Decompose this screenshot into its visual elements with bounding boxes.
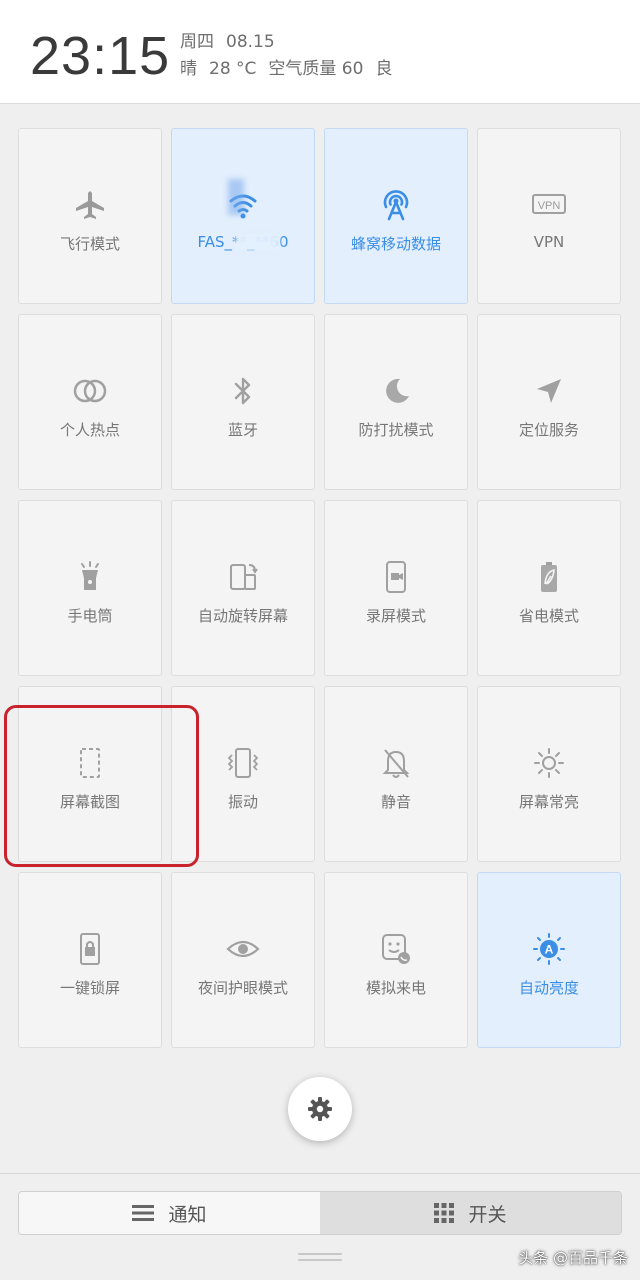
watermark: 头条 @百品千条 — [518, 1249, 628, 1267]
toggle-label: 个人热点 — [59, 421, 120, 439]
fake-call-icon — [376, 929, 416, 969]
vibrate-icon — [223, 743, 263, 783]
toggle-label: 手电筒 — [67, 607, 113, 625]
toggle-label: VPN — [533, 233, 565, 251]
toggle-screen-record[interactable]: 录屏模式 — [324, 500, 468, 676]
privacy-blur — [236, 233, 280, 251]
cellular-antenna-icon — [376, 185, 416, 225]
location-arrow-icon — [529, 371, 569, 411]
weekday: 周四 — [180, 32, 214, 52]
date: 08.15 — [226, 32, 275, 52]
air-quality: 空气质量 60 — [268, 59, 364, 79]
toggle-auto-rotate[interactable]: 自动旋转屏幕 — [171, 500, 315, 676]
privacy-blur — [228, 179, 244, 215]
toggle-bluetooth[interactable]: 蓝牙 — [171, 314, 315, 490]
toggle-label: 静音 — [380, 793, 411, 811]
list-icon — [132, 1204, 155, 1222]
toggle-vpn[interactable]: VPN VPN — [477, 128, 621, 304]
auto-brightness-icon: A — [529, 929, 569, 969]
toggle-hotspot[interactable]: 个人热点 — [18, 314, 162, 490]
airplane-icon — [70, 185, 110, 225]
drag-handle[interactable] — [298, 1253, 342, 1263]
toggle-label: 定位服务 — [518, 421, 579, 439]
bluetooth-icon — [223, 371, 263, 411]
clock: 23:15 — [30, 26, 171, 86]
highlight-annotation — [4, 705, 199, 867]
quick-toggle-grid: 飞行模式 FAS_**_**60 蜂窝移动数据 VPN VPN 个人热点 蓝牙 — [18, 128, 621, 1048]
date-line: 周四 08.15 — [180, 31, 275, 53]
tab-label: 通知 — [168, 1203, 207, 1226]
battery-saver-icon — [529, 557, 569, 597]
toggle-label: 录屏模式 — [365, 607, 426, 625]
weather: 晴 — [180, 59, 197, 79]
hotspot-icon — [70, 371, 110, 411]
toggle-label: 防打扰模式 — [358, 421, 434, 439]
toggle-auto-brightness[interactable]: A 自动亮度 — [477, 872, 621, 1048]
status-header: 23:15 周四 08.15 晴 28 °C 空气质量 60 良 — [0, 0, 640, 104]
tab-notifications[interactable]: 通知 — [19, 1192, 320, 1234]
toggle-label: 飞行模式 — [59, 235, 120, 253]
svg-text:VPN: VPN — [538, 200, 561, 212]
eye-icon — [223, 929, 263, 969]
toggle-location[interactable]: 定位服务 — [477, 314, 621, 490]
air-quality-level: 良 — [375, 59, 393, 79]
toggle-label: 蓝牙 — [227, 421, 258, 439]
rotate-screen-icon — [223, 557, 263, 597]
toggle-battery-saver[interactable]: 省电模式 — [477, 500, 621, 676]
grid-icon — [434, 1203, 455, 1223]
toggle-label: 自动亮度 — [518, 979, 579, 997]
tab-switcher: 通知 开关 — [18, 1191, 622, 1235]
moon-icon — [376, 371, 416, 411]
weather-line: 晴 28 °C 空气质量 60 良 — [180, 58, 392, 80]
tab-label: 开关 — [468, 1203, 507, 1226]
lock-screen-icon — [70, 929, 110, 969]
flashlight-icon — [70, 557, 110, 597]
toggle-label: 模拟来电 — [365, 979, 426, 997]
mute-bell-icon — [376, 743, 416, 783]
toggle-mute[interactable]: 静音 — [324, 686, 468, 862]
toggle-airplane-mode[interactable]: 飞行模式 — [18, 128, 162, 304]
toggle-label: 一键锁屏 — [59, 979, 120, 997]
toggle-do-not-disturb[interactable]: 防打扰模式 — [324, 314, 468, 490]
toggle-label: 屏幕常亮 — [518, 793, 579, 811]
toggle-label: 夜间护眼模式 — [197, 979, 288, 997]
toggle-label: 蜂窝移动数据 — [350, 235, 441, 253]
toggle-label: 省电模式 — [518, 607, 579, 625]
toggle-night-eye-care[interactable]: 夜间护眼模式 — [171, 872, 315, 1048]
toggle-fake-call[interactable]: 模拟来电 — [324, 872, 468, 1048]
toggle-flashlight[interactable]: 手电筒 — [18, 500, 162, 676]
toggle-label: 自动旋转屏幕 — [197, 607, 288, 625]
tab-toggles[interactable]: 开关 — [320, 1192, 621, 1234]
toggle-cellular-data[interactable]: 蜂窝移动数据 — [324, 128, 468, 304]
toggle-wifi[interactable]: FAS_**_**60 — [171, 128, 315, 304]
settings-button[interactable] — [288, 1077, 352, 1141]
vpn-icon: VPN — [529, 185, 569, 225]
svg-text:A: A — [545, 943, 554, 957]
screen-record-icon — [376, 557, 416, 597]
temperature: 28 °C — [209, 59, 257, 79]
toggle-lock-screen[interactable]: 一键锁屏 — [18, 872, 162, 1048]
sun-icon — [529, 743, 569, 783]
toggle-screen-always-on[interactable]: 屏幕常亮 — [477, 686, 621, 862]
gear-icon — [307, 1096, 333, 1122]
